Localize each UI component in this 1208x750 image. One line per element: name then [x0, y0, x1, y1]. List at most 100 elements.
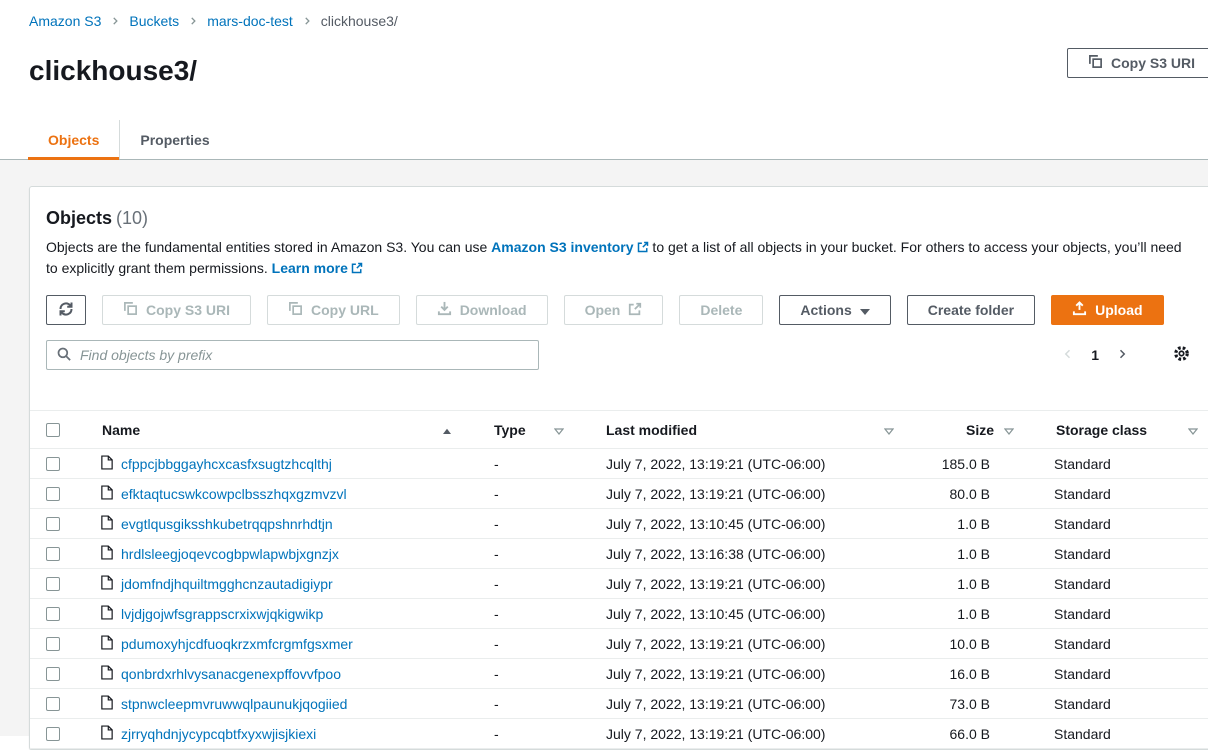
row-checkbox[interactable]	[46, 457, 60, 471]
inventory-link-label: Amazon S3 inventory	[491, 239, 633, 255]
table-row: lvjdjgojwfsgrappscrxixwjqkigwikp - July …	[30, 599, 1208, 629]
next-page-button[interactable]	[1113, 346, 1131, 364]
object-type: -	[476, 606, 588, 622]
chevron-right-icon	[188, 16, 198, 26]
download-button[interactable]: Download	[416, 295, 548, 325]
object-storage-class: Standard	[1038, 636, 1208, 652]
table-body: cfppcjbbggayhcxcasfxsugtzhcqlthj - July …	[30, 449, 1208, 749]
breadcrumb-amazon-s3[interactable]: Amazon S3	[29, 13, 101, 29]
inventory-link[interactable]: Amazon S3 inventory	[491, 239, 648, 255]
panel-object-count: (10)	[116, 208, 148, 228]
object-name-link[interactable]: jdomfndjhquiltmgghcnzautadigiypr	[121, 576, 333, 592]
table-row: zjrryqhdnjycypcqbtfxyxwjisjkiexi - July …	[30, 719, 1208, 749]
chevron-right-icon	[110, 16, 120, 26]
sort-neutral-icon	[554, 422, 564, 438]
breadcrumb-bucket-name[interactable]: mars-doc-test	[207, 13, 293, 29]
row-checkbox[interactable]	[46, 667, 60, 681]
file-icon	[101, 455, 113, 473]
copy-s3-uri-button[interactable]: Copy S3 URI	[102, 295, 251, 325]
column-header-name[interactable]: Name	[86, 422, 476, 438]
row-checkbox[interactable]	[46, 487, 60, 501]
copy-icon	[1088, 54, 1103, 72]
file-icon	[101, 575, 113, 593]
delete-label: Delete	[700, 302, 742, 318]
caret-down-icon	[860, 302, 870, 318]
object-name-link[interactable]: lvjdjgojwfsgrappscrxixwjqkigwikp	[121, 606, 323, 622]
tab-properties-label: Properties	[140, 132, 209, 148]
create-folder-button[interactable]: Create folder	[907, 295, 1035, 325]
object-name-link[interactable]: cfppcjbbggayhcxcasfxsugtzhcqlthj	[121, 456, 332, 472]
row-checkbox[interactable]	[46, 577, 60, 591]
select-all-checkbox[interactable]	[46, 423, 60, 437]
column-header-size-label: Size	[966, 422, 994, 438]
row-select-cell	[30, 667, 86, 681]
search-input[interactable]	[78, 346, 530, 364]
table-row: hrdlsleegjoqevcogbpwlapwbjxgnzjx - July …	[30, 539, 1208, 569]
panel-description: Objects are the fundamental entities sto…	[46, 237, 1186, 279]
row-select-cell	[30, 607, 86, 621]
column-header-storage-class[interactable]: Storage class	[1038, 422, 1208, 438]
row-checkbox[interactable]	[46, 607, 60, 621]
select-all-cell	[30, 423, 86, 437]
breadcrumb-current-folder: clickhouse3/	[321, 13, 398, 29]
learn-more-link[interactable]: Learn more	[272, 260, 363, 276]
column-header-last-modified-label: Last modified	[606, 422, 697, 438]
object-name-link[interactable]: efktaqtucswkcowpclbsszhqxgzmvzvl	[121, 486, 347, 502]
object-name-link[interactable]: pdumoxyhjcdfuoqkrzxmfcrgmfgsxmer	[121, 636, 353, 652]
object-name-link[interactable]: qonbrdxrhlvysanacgenexpffovvfpoo	[121, 666, 341, 682]
breadcrumb-buckets[interactable]: Buckets	[129, 13, 179, 29]
copy-s3-uri-header-button[interactable]: Copy S3 URI	[1067, 48, 1208, 78]
tab-objects[interactable]: Objects	[28, 120, 119, 159]
sort-neutral-icon	[1188, 422, 1198, 438]
object-type: -	[476, 546, 588, 562]
external-link-icon	[628, 302, 642, 319]
object-name-link[interactable]: zjrryqhdnjycypcqbtfxyxwjisjkiexi	[121, 726, 316, 742]
object-last-modified: July 7, 2022, 13:19:21 (UTC-06:00)	[588, 456, 918, 472]
refresh-icon	[58, 301, 74, 320]
column-header-name-label: Name	[102, 422, 140, 438]
refresh-button[interactable]	[46, 295, 86, 325]
row-checkbox[interactable]	[46, 727, 60, 741]
object-size: 1.0 B	[918, 606, 1038, 622]
object-size: 80.0 B	[918, 486, 1038, 502]
actions-dropdown-button[interactable]: Actions	[779, 295, 890, 325]
row-checkbox[interactable]	[46, 637, 60, 651]
column-header-size[interactable]: Size	[918, 422, 1038, 438]
preferences-button[interactable]	[1173, 345, 1190, 365]
object-name-cell: cfppcjbbggayhcxcasfxsugtzhcqlthj	[86, 455, 476, 473]
object-storage-class: Standard	[1038, 696, 1208, 712]
page-title: clickhouse3/	[29, 55, 197, 87]
object-name-link[interactable]: stpnwcleepmvruwwqlpaunukjqogiied	[121, 696, 347, 712]
row-checkbox[interactable]	[46, 517, 60, 531]
column-header-type[interactable]: Type	[476, 422, 588, 438]
table-row: efktaqtucswkcowpclbsszhqxgzmvzvl - July …	[30, 479, 1208, 509]
object-storage-class: Standard	[1038, 726, 1208, 742]
object-storage-class: Standard	[1038, 666, 1208, 682]
object-name-link[interactable]: evgtlqusgiksshkubetrqqpshnrhdtjn	[121, 516, 333, 532]
table-row: jdomfndjhquiltmgghcnzautadigiypr - July …	[30, 569, 1208, 599]
previous-page-button[interactable]	[1059, 346, 1077, 364]
object-name-link[interactable]: hrdlsleegjoqevcogbpwlapwbjxgnzjx	[121, 546, 339, 562]
row-checkbox[interactable]	[46, 547, 60, 561]
open-button[interactable]: Open	[564, 295, 664, 325]
copy-url-button[interactable]: Copy URL	[267, 295, 400, 325]
row-select-cell	[30, 577, 86, 591]
delete-button[interactable]: Delete	[679, 295, 763, 325]
current-page-number[interactable]: 1	[1091, 347, 1099, 363]
copy-s3-uri-label: Copy S3 URI	[146, 302, 230, 318]
row-checkbox[interactable]	[46, 697, 60, 711]
actions-label: Actions	[800, 302, 851, 318]
tab-properties[interactable]: Properties	[119, 120, 229, 159]
object-size: 66.0 B	[918, 726, 1038, 742]
column-header-last-modified[interactable]: Last modified	[588, 422, 918, 438]
upload-button[interactable]: Upload	[1051, 295, 1163, 325]
table-row: evgtlqusgiksshkubetrqqpshnrhdtjn - July …	[30, 509, 1208, 539]
description-text-1: Objects are the fundamental entities sto…	[46, 239, 491, 255]
file-icon	[101, 485, 113, 503]
file-icon	[101, 695, 113, 713]
object-last-modified: July 7, 2022, 13:19:21 (UTC-06:00)	[588, 696, 918, 712]
panel-title-text: Objects	[46, 208, 112, 228]
file-icon	[101, 665, 113, 683]
column-header-type-label: Type	[494, 422, 526, 438]
table-row: stpnwcleepmvruwwqlpaunukjqogiied - July …	[30, 689, 1208, 719]
